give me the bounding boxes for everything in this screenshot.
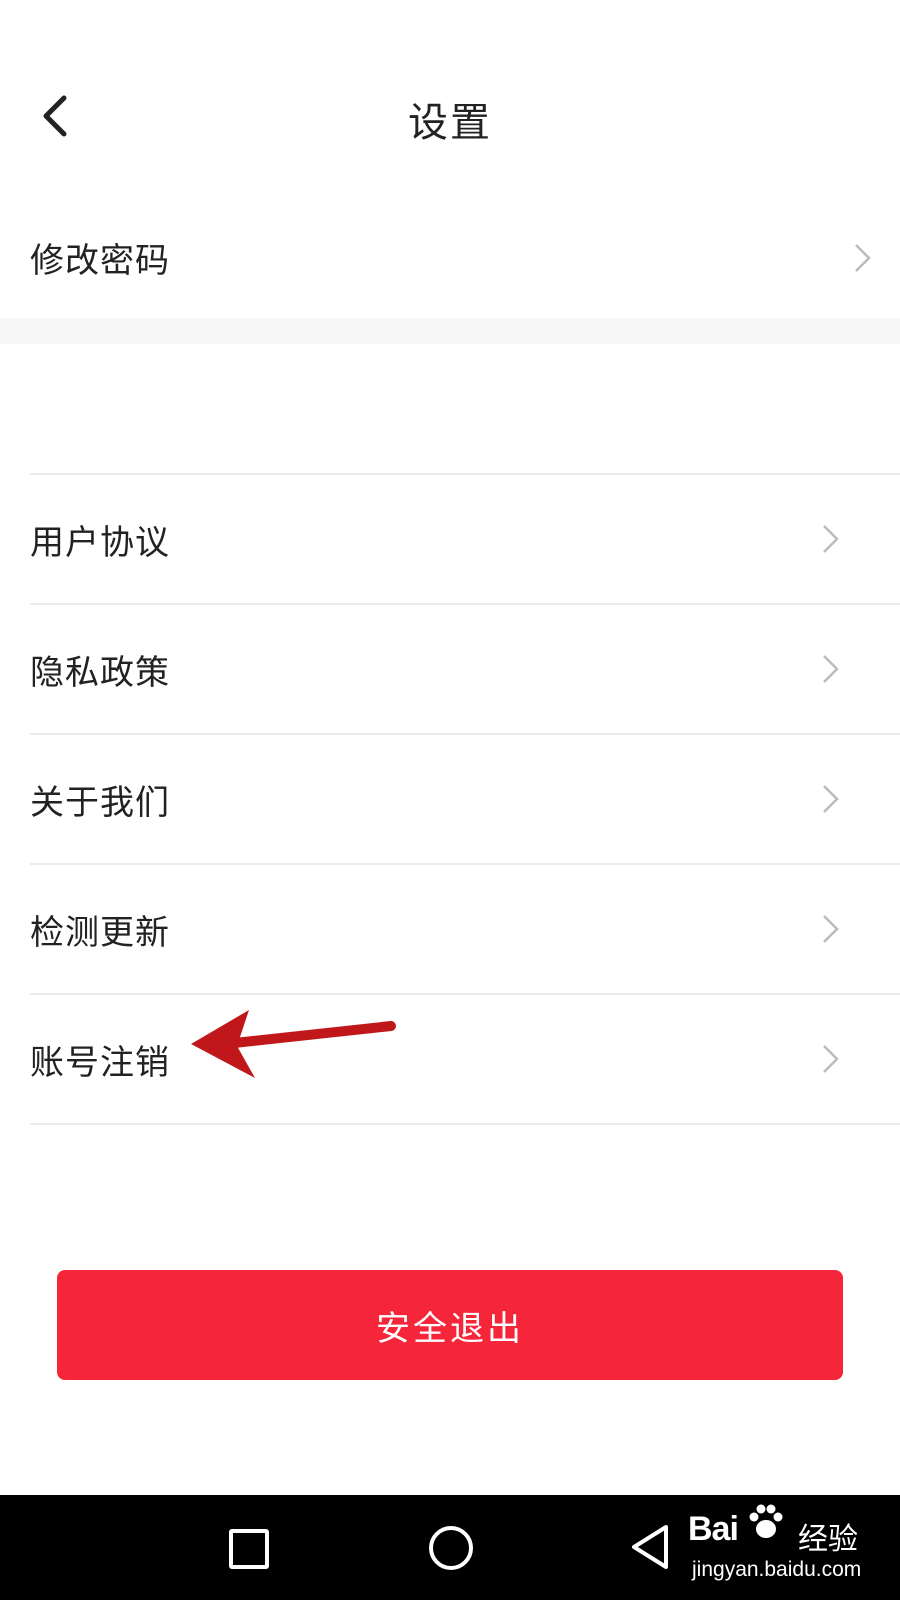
watermark-url: jingyan.baidu.com [692, 1558, 862, 1581]
settings-item-label: 修改密码 [30, 241, 170, 281]
settings-item-label: 检测更新 [30, 912, 170, 953]
recent-apps-square-icon[interactable] [229, 1529, 269, 1569]
chevron-right-icon [823, 655, 839, 683]
back-triangle-icon[interactable] [628, 1523, 672, 1571]
paw-icon [749, 1504, 783, 1538]
settings-item-label: 隐私政策 [30, 652, 170, 693]
chevron-right-icon [855, 243, 871, 272]
watermark: Bai 经验 jingyan.baidu.com [688, 1500, 898, 1592]
section-separator [0, 318, 900, 344]
chevron-right-icon [823, 1045, 839, 1073]
settings-item-user-agreement[interactable]: 用户协议 [0, 475, 900, 603]
settings-item-privacy-policy[interactable]: 隐私政策 [0, 605, 900, 733]
chevron-right-icon [823, 915, 839, 943]
header: 设置 [0, 60, 900, 170]
watermark-brand-cn: 经验 [798, 1522, 858, 1557]
logout-button[interactable]: 安全退出 [57, 1270, 843, 1380]
settings-item-delete-account[interactable]: 账号注销 [0, 995, 900, 1123]
settings-item-label: 账号注销 [30, 1042, 170, 1083]
chevron-right-icon [823, 525, 839, 553]
settings-item-about-us[interactable]: 关于我们 [0, 735, 900, 863]
chevron-right-icon [823, 785, 839, 813]
watermark-brand: Bai [688, 1510, 739, 1548]
home-circle-icon[interactable] [429, 1526, 473, 1570]
settings-item-check-update[interactable]: 检测更新 [0, 865, 900, 993]
settings-screen: 设置 修改密码 用户协议 隐私政策 关于我们 检测更新 账号注销 安全退出 Ba… [0, 0, 900, 1600]
settings-item-change-password[interactable]: 修改密码 [0, 200, 900, 315]
page-title: 设置 [408, 100, 492, 146]
divider [30, 1123, 900, 1125]
annotation-arrow-icon [191, 1010, 396, 1078]
settings-item-label: 关于我们 [30, 782, 170, 823]
settings-item-label: 用户协议 [30, 522, 170, 563]
